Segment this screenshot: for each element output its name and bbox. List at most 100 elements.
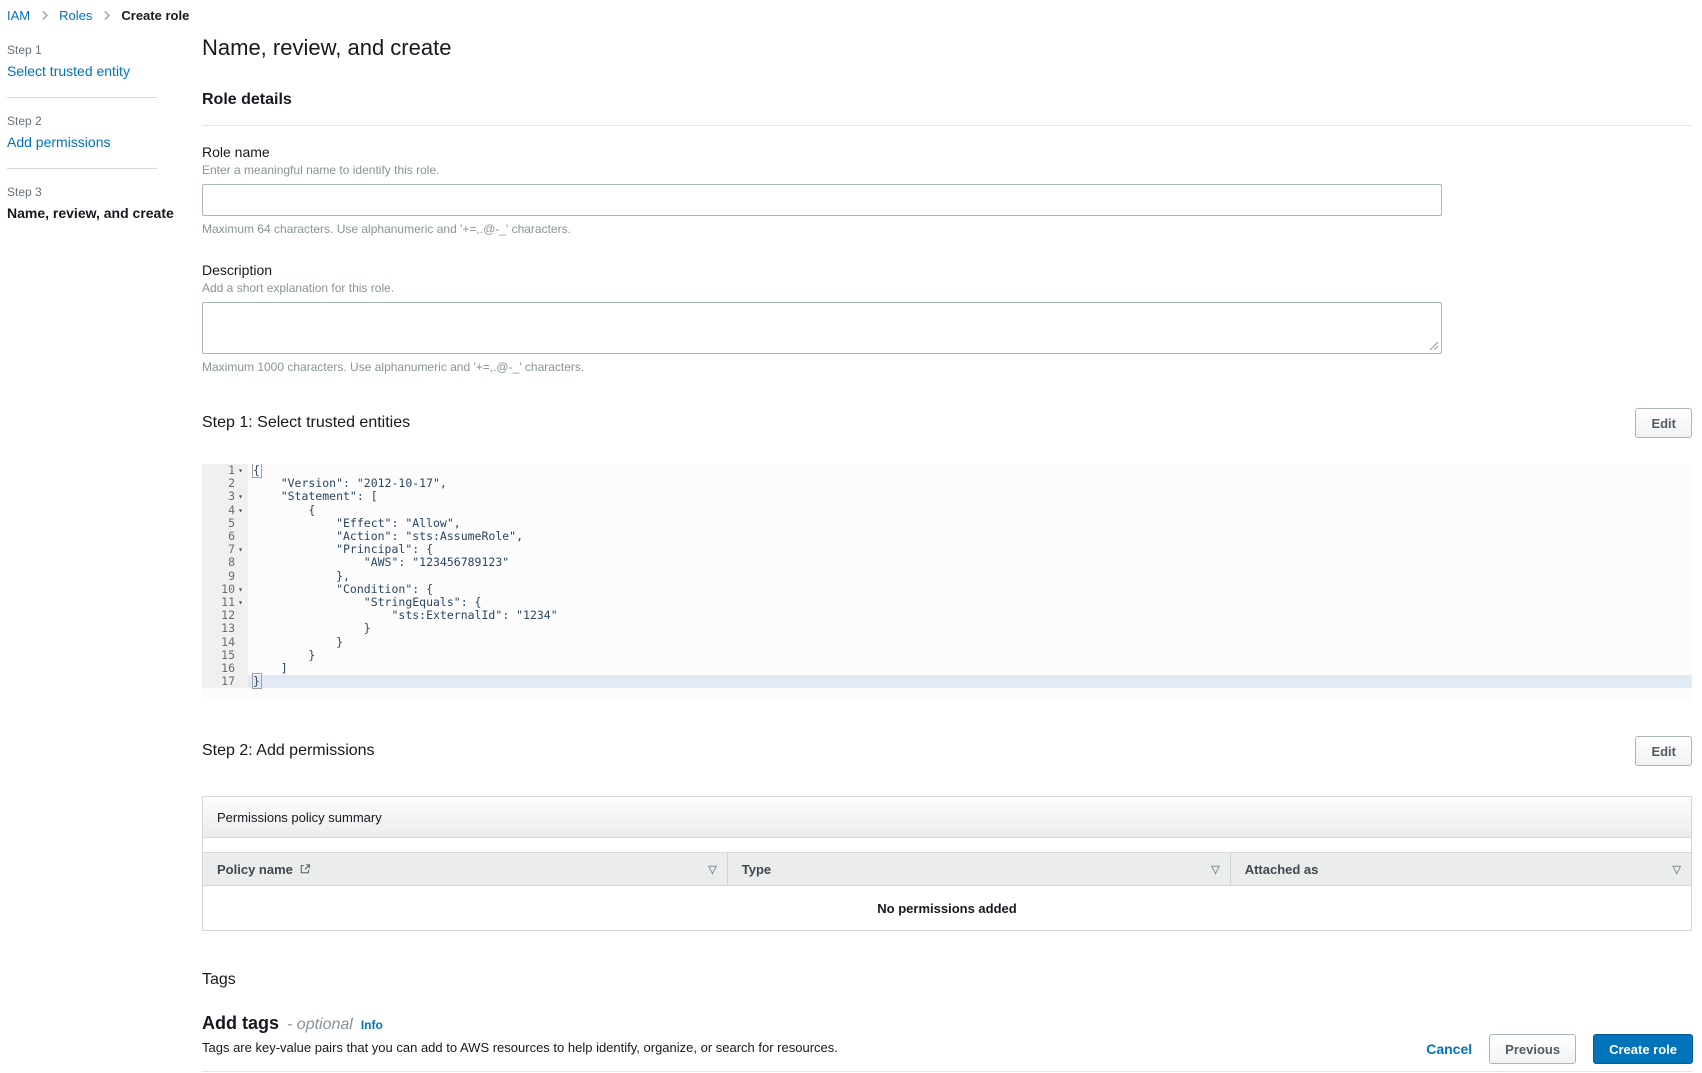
main-content: Name, review, and create Role details Ro… bbox=[202, 23, 1702, 1073]
previous-button[interactable]: Previous bbox=[1489, 1034, 1577, 1064]
editor-code-text: }, bbox=[253, 568, 350, 583]
wizard-footer-actions: Cancel Previous Create role bbox=[1426, 1034, 1693, 1064]
step2-edit-button[interactable]: Edit bbox=[1635, 736, 1692, 766]
column-filter-icon[interactable]: ▽ bbox=[708, 863, 716, 876]
editor-code-text: } bbox=[253, 621, 371, 636]
role-name-label: Role name bbox=[202, 144, 270, 160]
sidebar-divider bbox=[7, 168, 157, 169]
editor-line-number: 4 ▾ bbox=[202, 503, 248, 517]
external-link-icon[interactable] bbox=[299, 863, 311, 875]
sidebar-step-group-1: Step 1 Select trusted entity bbox=[7, 37, 202, 95]
divider bbox=[202, 1071, 1692, 1072]
fold-arrow-icon[interactable]: ▾ bbox=[236, 543, 245, 556]
editor-line-number: 7 ▾ bbox=[202, 543, 248, 557]
editor-line-13: 13 } bbox=[202, 621, 1692, 636]
description-field-group: Description Add a short explanation for … bbox=[202, 262, 1692, 374]
add-tags-optional-label: - optional bbox=[287, 1016, 353, 1033]
breadcrumb-link-roles[interactable]: Roles bbox=[59, 8, 92, 23]
editor-line-3: 3 ▾ "Statement": [ bbox=[202, 489, 1692, 504]
sidebar-step-number: Step 2 bbox=[7, 114, 42, 128]
tags-info-link[interactable]: Info bbox=[361, 1018, 383, 1032]
editor-code-text: ] bbox=[253, 661, 288, 676]
column-label: Policy name bbox=[217, 861, 293, 877]
trust-policy-code-editor[interactable]: 1 ▾{2 "Version": "2012-10-17", 3 ▾ "Stateme… bbox=[202, 464, 1692, 702]
editor-line-2: 2 "Version": "2012-10-17", bbox=[202, 476, 1692, 491]
step2-section-heading: Step 2: Add permissions bbox=[202, 742, 375, 759]
editor-line-number: 14 bbox=[202, 635, 248, 649]
create-role-page: IAM Roles Create role Step 1 Select trusted… bbox=[0, 0, 1702, 1073]
editor-line-16: 16 ] bbox=[202, 661, 1692, 676]
column-filter-icon[interactable]: ▽ bbox=[1673, 863, 1681, 876]
permissions-policy-panel: Permissions policy summary Policy name ▽ T… bbox=[202, 796, 1692, 931]
editor-code-text: "sts:ExternalId": "1234" bbox=[253, 608, 558, 623]
description-constraint: Maximum 1000 characters. Use alphanumeri… bbox=[202, 360, 585, 374]
fold-arrow-icon[interactable]: ▾ bbox=[236, 583, 245, 596]
fold-arrow-icon[interactable]: ▾ bbox=[236, 504, 245, 517]
editor-line-number: 3 ▾ bbox=[202, 490, 248, 504]
divider bbox=[202, 125, 1692, 126]
editor-code-text: } bbox=[253, 634, 344, 649]
role-name-input[interactable] bbox=[202, 184, 1442, 216]
column-header-policy-name: Policy name ▽ bbox=[203, 853, 727, 885]
editor-line-15: 15 } bbox=[202, 647, 1692, 663]
role-name-constraint: Maximum 64 characters. Use alphanumeric … bbox=[202, 222, 571, 236]
description-label: Description bbox=[202, 262, 273, 278]
editor-line-4: 4 ▾ { bbox=[202, 502, 1692, 517]
step1-edit-button[interactable]: Edit bbox=[1635, 408, 1692, 438]
editor-line-number: 5 bbox=[202, 516, 248, 531]
editor-line-number: 9 bbox=[202, 569, 248, 583]
description-help: Add a short explanation for this role. bbox=[202, 281, 395, 295]
fold-arrow-icon[interactable]: ▾ bbox=[236, 464, 245, 477]
breadcrumb-current-create-role: Create role bbox=[121, 8, 190, 23]
editor-line-number: 13 bbox=[202, 622, 248, 636]
breadcrumb: IAM Roles Create role bbox=[0, 0, 1702, 23]
description-textarea[interactable] bbox=[202, 302, 1442, 354]
editor-line-number: 8 bbox=[202, 556, 248, 570]
breadcrumb-link-iam[interactable]: IAM bbox=[7, 8, 30, 23]
sidebar-step-group-3: Step 3 Name, review, and create bbox=[7, 179, 202, 235]
fold-arrow-icon[interactable]: ▾ bbox=[236, 596, 245, 609]
sidebar-item-add-permissions[interactable]: Add permissions bbox=[7, 134, 111, 150]
editor-line-17: 17} bbox=[202, 673, 1692, 690]
role-details-heading: Role details bbox=[202, 91, 292, 108]
breadcrumb-chevron-icon bbox=[100, 9, 113, 22]
role-name-help: Enter a meaningful name to identify this… bbox=[202, 163, 440, 177]
editor-line-8: 8 "AWS": "123456789123" bbox=[202, 555, 1692, 570]
editor-line-number: 2 bbox=[202, 477, 248, 491]
step1-section-heading: Step 1: Select trusted entities bbox=[202, 414, 411, 431]
editor-code-text: } bbox=[253, 647, 316, 662]
editor-line-number: 17 bbox=[202, 675, 248, 689]
role-name-field-group: Role name Enter a meaningful name to ide… bbox=[202, 144, 1692, 236]
editor-code-text: "Version": "2012-10-17", bbox=[253, 476, 447, 491]
column-label: Attached as bbox=[1244, 861, 1319, 877]
editor-code-text: "Statement": [ bbox=[253, 489, 378, 504]
cancel-button[interactable]: Cancel bbox=[1426, 1041, 1472, 1057]
column-header-attached-as: Attached as ▽ bbox=[1229, 853, 1691, 885]
editor-code-text: { bbox=[253, 502, 316, 517]
column-header-type: Type ▽ bbox=[726, 853, 1230, 885]
editor-line-number: 6 bbox=[202, 529, 248, 544]
wizard-steps-sidebar: Step 1 Select trusted entity Step 2 Add per… bbox=[0, 23, 202, 235]
permissions-empty-message: No permissions added bbox=[203, 886, 1691, 930]
fold-arrow-icon[interactable]: ▾ bbox=[236, 490, 245, 503]
sidebar-item-name-review-and-create: Name, review, and create bbox=[7, 205, 174, 221]
permissions-table-header: Policy name ▽ Type ▽ Attached as ▽ bbox=[203, 852, 1691, 886]
sidebar-divider bbox=[7, 97, 157, 98]
add-tags-subheading: Add tags bbox=[202, 1013, 280, 1033]
tags-heading: Tags bbox=[202, 971, 236, 988]
permissions-panel-title: Permissions policy summary bbox=[203, 797, 1691, 838]
editor-line-12: 12 "sts:ExternalId": "1234" bbox=[202, 608, 1692, 623]
panel-gap bbox=[203, 838, 1691, 852]
sidebar-item-select-trusted-entity[interactable]: Select trusted entity bbox=[7, 63, 130, 79]
sidebar-step-number: Step 1 bbox=[7, 43, 42, 57]
editor-line-number: 1 ▾ bbox=[202, 464, 248, 478]
sidebar-step-group-2: Step 2 Add permissions bbox=[7, 108, 202, 166]
page-title: Name, review, and create bbox=[202, 35, 452, 60]
editor-code-text: } bbox=[248, 673, 1692, 690]
editor-line-9: 9 }, bbox=[202, 568, 1692, 583]
column-filter-icon[interactable]: ▽ bbox=[1211, 863, 1219, 876]
column-label: Type bbox=[741, 861, 772, 877]
editor-code-text: "AWS": "123456789123" bbox=[253, 555, 510, 570]
create-role-button[interactable]: Create role bbox=[1593, 1034, 1693, 1064]
editor-line-14: 14 } bbox=[202, 634, 1692, 649]
